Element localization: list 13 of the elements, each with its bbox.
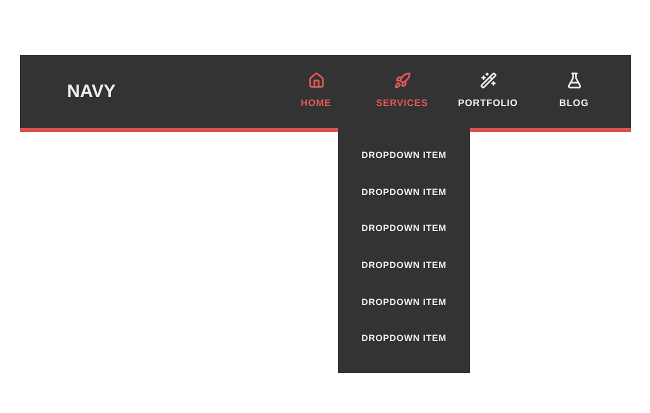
home-icon bbox=[308, 72, 324, 89]
dropdown-item[interactable]: DROPDOWN ITEM bbox=[338, 178, 470, 216]
dropdown-item[interactable]: DROPDOWN ITEM bbox=[338, 325, 470, 362]
dropdown-item[interactable]: DROPDOWN ITEM bbox=[338, 252, 470, 289]
rocket-icon bbox=[394, 72, 410, 89]
dropdown-item[interactable]: DROPDOWN ITEM bbox=[338, 288, 470, 326]
magic-wand-icon bbox=[480, 72, 496, 89]
flask-icon bbox=[566, 72, 582, 89]
nav-link[interactable]: BLOG bbox=[531, 55, 617, 128]
dropdown-item[interactable]: DROPDOWN ITEM bbox=[338, 142, 470, 179]
dropdown-item[interactable]: DROPDOWN ITEM bbox=[338, 215, 470, 252]
logo[interactable]: NAVY bbox=[67, 78, 116, 105]
nav-link[interactable]: PORTFOLIO bbox=[445, 55, 531, 128]
